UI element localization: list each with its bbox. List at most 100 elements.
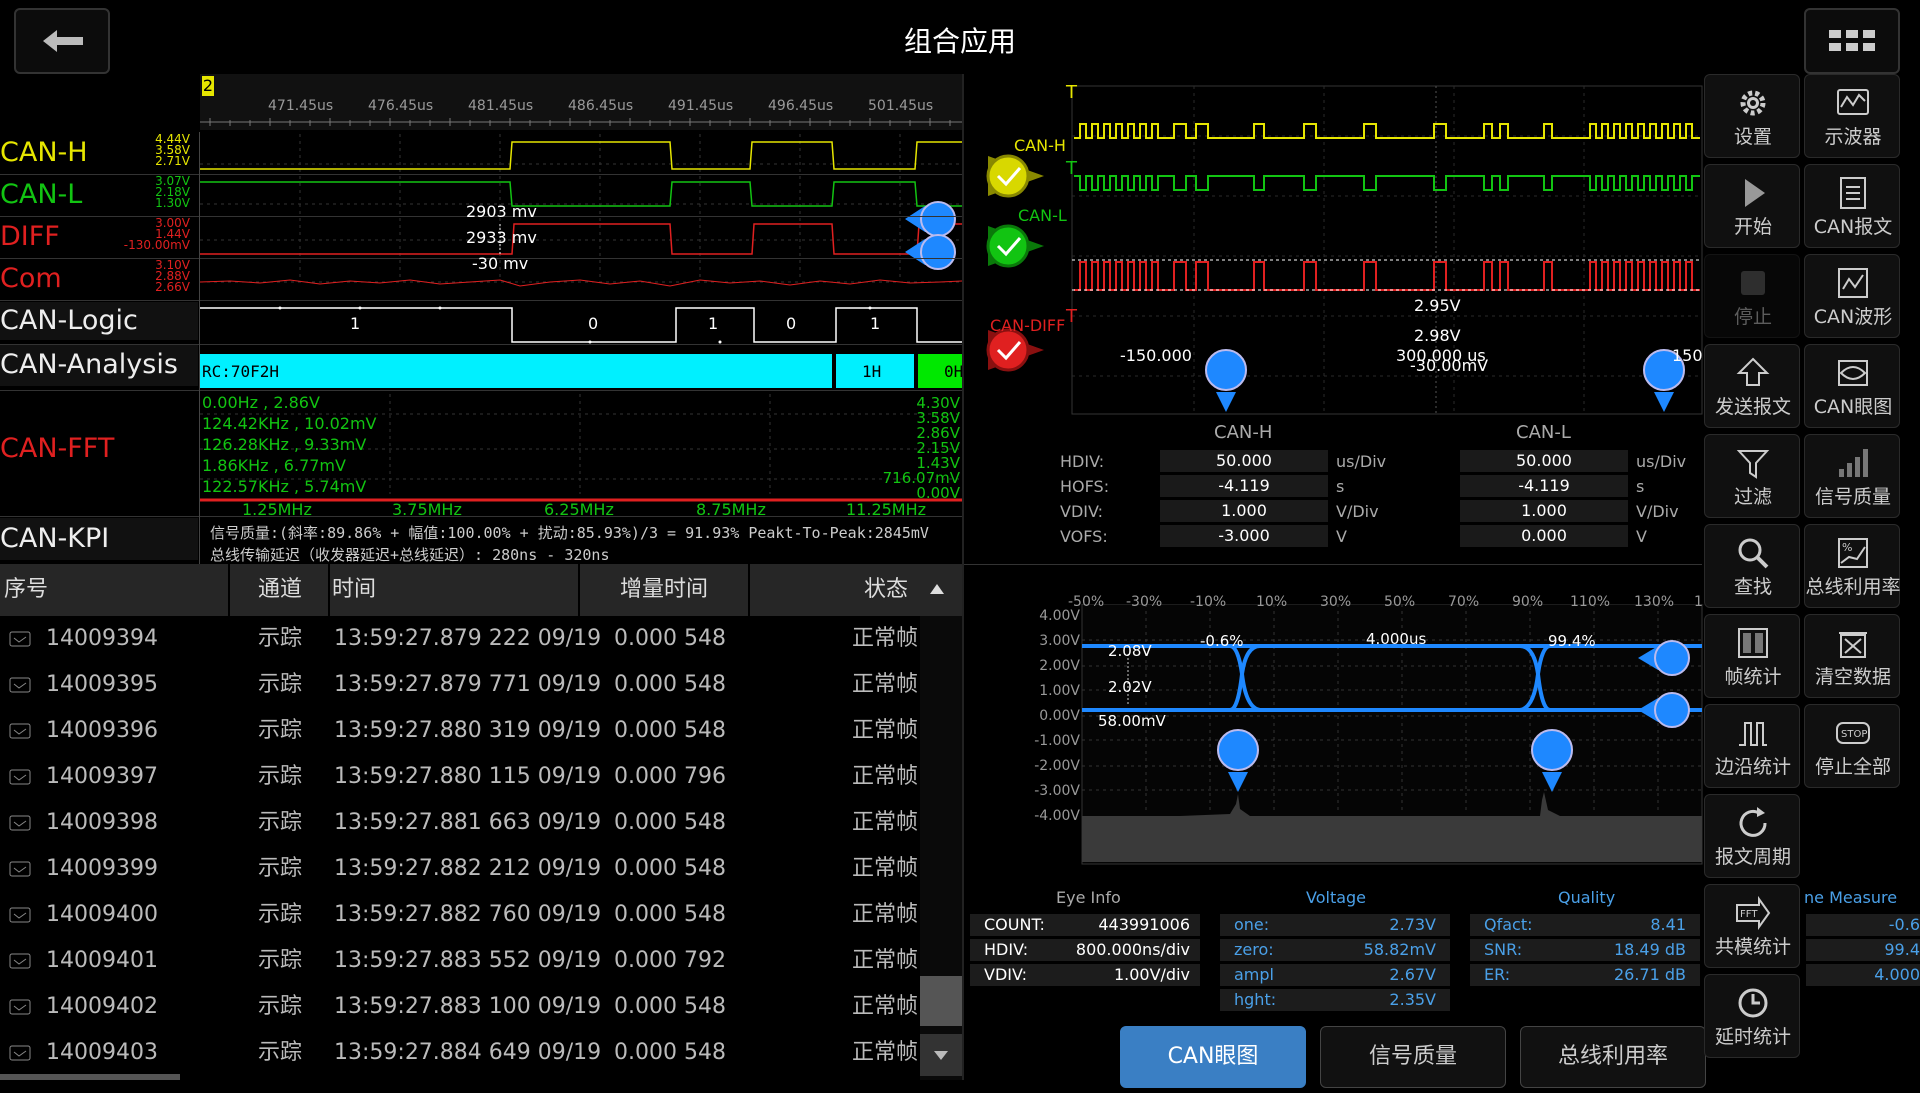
scope-cursor-left-value: -150.000 xyxy=(1120,346,1192,365)
bus-utilization-button[interactable]: % 总线利用率 xyxy=(1804,524,1901,608)
sort-ascending-icon[interactable] xyxy=(928,582,946,596)
cursor-readout-2: 2933 mv xyxy=(466,228,537,247)
param-can-l-hdiv[interactable]: 50.000 xyxy=(1460,450,1628,472)
channel-label-can-logic[interactable]: CAN-Logic xyxy=(0,300,200,342)
table-row[interactable]: 14009400 示踪 13:59:27.882 760 09/19 0.000 54… xyxy=(0,892,920,938)
param-label-vdiv: VDIV: xyxy=(1060,502,1104,521)
tab-can-eye-diagram[interactable]: CAN眼图 xyxy=(1120,1026,1306,1088)
fft-badge-text: FFT xyxy=(1740,909,1758,920)
search-button[interactable]: 查找 xyxy=(1704,524,1800,608)
voltage-row: one: 2.73V xyxy=(1220,914,1450,936)
svg-text:%: % xyxy=(1842,541,1852,554)
column-header-time[interactable]: 时间 xyxy=(332,564,376,616)
edge-stats-icon xyxy=(1739,722,1767,746)
measure-value: 99.4 xyxy=(1806,939,1920,961)
table-row[interactable]: 14009399 示踪 13:59:27.882 212 09/19 0.000 54… xyxy=(0,846,920,892)
logic-bit: 1 xyxy=(708,314,719,333)
scope-label-can-h: CAN-H xyxy=(1014,136,1066,155)
channel-label-can-kpi[interactable]: CAN-KPI xyxy=(0,518,200,560)
tab-signal-quality[interactable]: 信号质量 xyxy=(1320,1026,1506,1088)
kpi-bus-delay: 总线传输延迟（收发器延迟+总线延迟）: 280ns - 320ns xyxy=(210,546,610,564)
table-row[interactable]: 14009395 示踪 13:59:27.879 771 09/19 0.000 54… xyxy=(0,662,920,708)
page-title: 组合应用 xyxy=(903,25,1016,58)
table-row[interactable]: 14009396 示踪 13:59:27.880 319 09/19 0.000 54… xyxy=(0,708,920,754)
logic-bit: 1 xyxy=(350,314,361,333)
start-button[interactable]: 开始 xyxy=(1704,164,1800,248)
param-unit: us/Div xyxy=(1636,452,1687,471)
oscilloscope-button[interactable]: 示波器 xyxy=(1804,74,1900,158)
edge-stats-button[interactable]: 边沿统计 xyxy=(1704,704,1800,788)
can-message-button[interactable]: CAN报文 xyxy=(1804,164,1900,248)
fft-peak-list: 0.00Hz , 2.86V 124.42KHz , 10.02mV 126.28K… xyxy=(202,393,377,496)
eye-level-handles[interactable] xyxy=(1638,630,1704,730)
logic-bit: 0 xyxy=(588,314,599,333)
signal-quality-button[interactable]: 信号质量 xyxy=(1804,434,1900,518)
can-l-scale: 3.07V 2.18V 1.30V xyxy=(155,174,190,210)
table-row[interactable]: 14009403 示踪 13:59:27.884 649 09/19 0.000 54… xyxy=(0,1030,920,1076)
vertical-scrollbar-thumb[interactable] xyxy=(920,976,962,1026)
analysis-field-mid[interactable]: 1H xyxy=(862,362,881,381)
fft-freq-label: 11.25MHz xyxy=(846,500,927,519)
stop-square-icon xyxy=(1741,271,1765,295)
channel-label-can-analysis[interactable]: CAN-Analysis xyxy=(0,344,200,386)
analysis-frame-id[interactable]: RC:70F2H xyxy=(202,362,279,381)
voltage-row: zero: 58.82mV xyxy=(1220,939,1450,961)
horizontal-scrollbar[interactable] xyxy=(0,1074,180,1080)
param-can-h-hdiv[interactable]: 50.000 xyxy=(1160,450,1328,472)
param-can-l-vofs[interactable]: 0.000 xyxy=(1460,525,1628,547)
can-l-waveform xyxy=(200,181,962,207)
measure-value: 4.000 xyxy=(1806,964,1920,986)
param-can-h-hofs[interactable]: -4.119 xyxy=(1160,475,1328,497)
param-can-h-vdiv[interactable]: 1.000 xyxy=(1160,500,1328,522)
search-icon xyxy=(1738,538,1769,569)
com-scale: 3.10V 2.88V 2.66V xyxy=(155,258,190,294)
stop-all-button[interactable]: STOP 停止全部 xyxy=(1804,704,1900,788)
scope-label-can-l: CAN-L xyxy=(1018,206,1067,225)
column-header-status[interactable]: 状态 xyxy=(864,564,908,616)
scroll-down-button[interactable] xyxy=(920,1034,962,1076)
frame-stats-button[interactable]: 帧统计 xyxy=(1704,614,1800,698)
column-header-delta[interactable]: 增量时间 xyxy=(620,564,708,616)
timeline-tick-label: 496.45us xyxy=(768,98,834,114)
can-waveform-button[interactable]: CAN波形 xyxy=(1804,254,1900,338)
table-row[interactable]: 14009398 示踪 13:59:27.881 663 09/19 0.000 54… xyxy=(0,800,920,846)
clear-data-icon xyxy=(1839,632,1867,658)
param-label-hofs: HOFS: xyxy=(1060,477,1110,496)
upload-arrow-icon xyxy=(1736,357,1770,386)
clear-data-button[interactable]: 清空数据 xyxy=(1804,614,1900,698)
param-can-h-vofs[interactable]: -3.000 xyxy=(1160,525,1328,547)
common-mode-stats-button[interactable]: FFT 共模统计 xyxy=(1704,884,1800,968)
table-row[interactable]: 14009402 示踪 13:59:27.883 100 09/19 0.000 54… xyxy=(0,984,920,1030)
stop-badge-icon: STOP xyxy=(1836,722,1870,744)
eye-x-tick: 70% xyxy=(1448,594,1480,610)
stop-button[interactable]: 停止 xyxy=(1704,254,1800,338)
scope-readout-diff-mid: 2.98V xyxy=(1414,326,1461,345)
scope-readout-diff-low: -30.00mV xyxy=(1410,356,1489,375)
quality-row: SNR: 18.49 dB xyxy=(1470,939,1700,961)
settings-button[interactable]: 设置 xyxy=(1704,74,1800,158)
can-diff-channel-badge xyxy=(986,328,1044,372)
timeline-marker[interactable]: 2 xyxy=(202,76,214,96)
message-cycle-button[interactable]: 报文周期 xyxy=(1704,794,1800,878)
param-can-l-hofs[interactable]: -4.119 xyxy=(1460,475,1628,497)
channel-label-can-fft[interactable]: CAN-FFT xyxy=(0,428,200,470)
column-header-index[interactable]: 序号 xyxy=(4,564,48,616)
timeline-tick-label: 486.45us xyxy=(568,98,634,114)
eye-annot-width: 4.000us xyxy=(1366,630,1427,648)
gear-icon xyxy=(1740,90,1766,116)
filter-button[interactable]: 过滤 xyxy=(1704,434,1800,518)
table-row[interactable]: 14009397 示踪 13:59:27.880 115 09/19 0.000 79… xyxy=(0,754,920,800)
delay-stats-button[interactable]: 延时统计 xyxy=(1704,974,1800,1058)
table-row[interactable]: 14009394 示踪 13:59:27.879 222 09/19 0.000 54… xyxy=(0,616,920,662)
send-message-button[interactable]: 发送报文 xyxy=(1704,344,1800,428)
quality-row: ER: 26.71 dB xyxy=(1470,964,1700,986)
eye-info-row: HDIV: 800.000ns/div xyxy=(970,939,1200,961)
param-can-l-vdiv[interactable]: 1.000 xyxy=(1460,500,1628,522)
column-header-channel[interactable]: 通道 xyxy=(258,564,302,616)
analysis-field-right[interactable]: 0H xyxy=(944,362,962,381)
can-eye-button[interactable]: CAN眼图 xyxy=(1804,344,1900,428)
grid-menu-button[interactable] xyxy=(1804,8,1900,74)
tab-bus-utilization[interactable]: 总线利用率 xyxy=(1520,1026,1706,1088)
table-row[interactable]: 14009401 示踪 13:59:27.883 552 09/19 0.000 79… xyxy=(0,938,920,984)
cycle-refresh-icon xyxy=(1739,807,1767,837)
